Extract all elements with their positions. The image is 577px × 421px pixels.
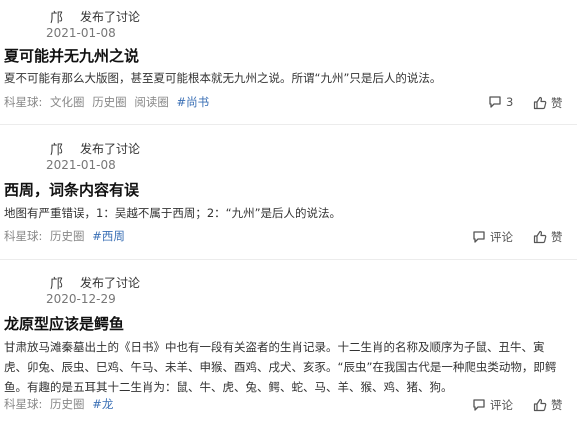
- comment-bubble-icon: [473, 231, 485, 243]
- post-date: 2021-01-08: [46, 26, 116, 40]
- discussion-post-2: 邝 发布了讨论 2021-01-08 西周，词条内容有误 地图有严重错误，1：吴…: [0, 132, 577, 256]
- post-action: 发布了讨论: [80, 142, 141, 156]
- comment-button[interactable]: 评论: [472, 229, 513, 245]
- discussion-post-3: 邝 发布了讨论 2020-12-29 龙原型应该是鳄鱼 甘肃放马滩秦墓出土的《日…: [0, 266, 577, 421]
- post-divider: [0, 259, 577, 260]
- post-action: 发布了讨论: [80, 276, 141, 290]
- post-tags: 科星球: 文化圈 历史圈 阅读圈 #尚书: [4, 94, 213, 110]
- post-title[interactable]: 西周，词条内容有误: [4, 179, 139, 200]
- post-divider: [0, 124, 577, 125]
- discussion-post-1: 邝 发布了讨论 2021-01-08 夏可能并无九州之说 夏不可能有那么大版图，…: [0, 0, 577, 124]
- post-body: 夏不可能有那么大版图，甚至夏可能根本就无九州之说。所谓“九州”只是后人的说法。: [4, 71, 442, 85]
- comment-bubble-icon: [473, 399, 485, 411]
- post-date: 2020-12-29: [46, 292, 116, 306]
- like-button[interactable]: 赞: [533, 397, 563, 413]
- circle-tag[interactable]: 历史圈: [92, 95, 127, 109]
- comment-label: 评论: [490, 398, 513, 412]
- source-label: 科星球:: [4, 397, 43, 411]
- author-name[interactable]: 邝: [50, 139, 63, 158]
- thumbs-up-icon: [533, 96, 547, 110]
- post-tags: 科星球: 历史圈 #西周: [4, 228, 129, 244]
- comment-button[interactable]: 评论: [472, 397, 513, 413]
- post-action: 发布了讨论: [80, 10, 141, 24]
- comment-label: 评论: [490, 230, 513, 244]
- post-tags: 科星球: 历史圈 #龙: [4, 396, 117, 412]
- post-title[interactable]: 夏可能并无九州之说: [4, 45, 139, 66]
- circle-tag[interactable]: 阅读圈: [134, 95, 169, 109]
- like-label: 赞: [551, 398, 563, 412]
- circle-tag[interactable]: 文化圈: [50, 95, 85, 109]
- source-label: 科星球:: [4, 229, 43, 243]
- topic-tag[interactable]: #尚书: [177, 95, 210, 109]
- author-name[interactable]: 邝: [50, 7, 63, 26]
- topic-tag[interactable]: #龙: [92, 397, 113, 411]
- author-name[interactable]: 邝: [50, 273, 63, 292]
- post-date: 2021-01-08: [46, 158, 116, 172]
- like-label: 赞: [551, 230, 563, 244]
- like-button[interactable]: 赞: [533, 229, 563, 245]
- circle-tag[interactable]: 历史圈: [50, 397, 85, 411]
- post-body: 甘肃放马滩秦墓出土的《日书》中也有一段有关盗者的生肖记录。十二生肖的名称及顺序为…: [4, 340, 557, 394]
- post-title[interactable]: 龙原型应该是鳄鱼: [4, 313, 124, 334]
- topic-tag[interactable]: #西周: [92, 229, 125, 243]
- like-button[interactable]: 赞: [533, 95, 563, 111]
- comment-button[interactable]: 3: [488, 95, 513, 109]
- like-label: 赞: [551, 96, 563, 110]
- circle-tag[interactable]: 历史圈: [50, 229, 85, 243]
- comment-bubble-icon: [489, 96, 501, 108]
- thumbs-up-icon: [533, 230, 547, 244]
- source-label: 科星球:: [4, 95, 43, 109]
- comment-count: 3: [506, 95, 514, 109]
- thumbs-up-icon: [533, 398, 547, 412]
- post-body: 地图有严重错误，1：吴越不属于西周；2：“九州”是后人的说法。: [4, 206, 342, 220]
